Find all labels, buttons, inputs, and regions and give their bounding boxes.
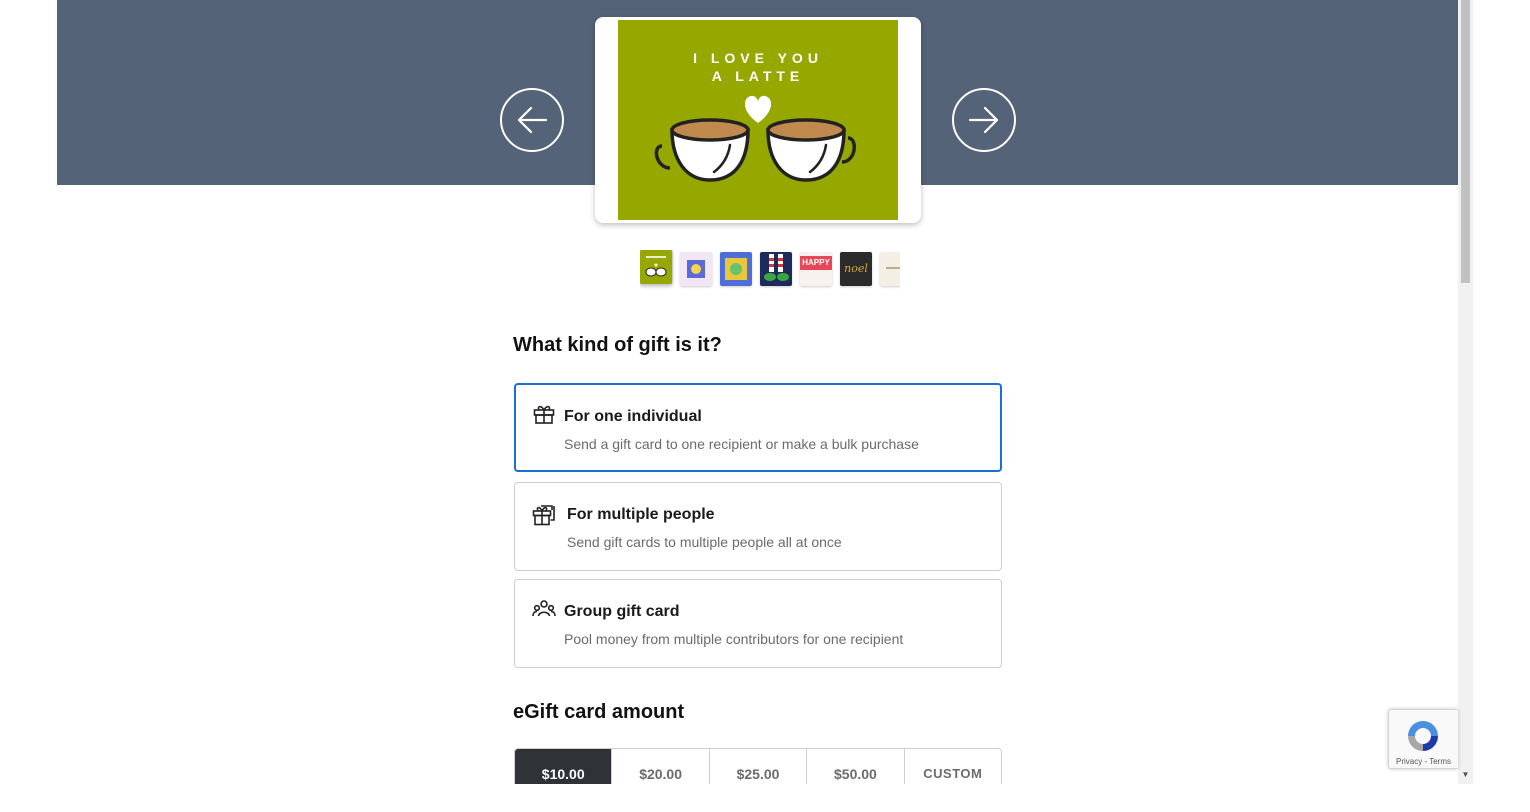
- card-design-thumbnails: HAPPY noel: [640, 250, 900, 290]
- card-design-image: I LOVE YOU A LATTE: [618, 20, 898, 220]
- group-icon: [532, 600, 556, 617]
- amount-option-10[interactable]: $10.00: [515, 749, 613, 784]
- amount-heading: eGift card amount: [513, 701, 685, 723]
- amount-option-custom[interactable]: CUSTOM: [904, 749, 1001, 784]
- thumbnail-blue-sticker[interactable]: [720, 252, 752, 286]
- card-preview: I LOVE YOU A LATTE: [595, 17, 921, 223]
- option-description: Send gift cards to multiple people all a…: [567, 534, 842, 550]
- recaptcha-badge[interactable]: Privacy - Terms: [1388, 709, 1458, 769]
- arrow-right-icon: [968, 106, 999, 134]
- prev-card-button[interactable]: [500, 88, 564, 152]
- gift-icon: [533, 405, 555, 424]
- option-description: Send a gift card to one recipient or mak…: [564, 436, 919, 452]
- option-description: Pool money from multiple contributors fo…: [564, 631, 904, 647]
- page-scrollbar[interactable]: ▼: [1458, 0, 1473, 784]
- option-title: For multiple people: [567, 506, 715, 523]
- thumbnail-latte-love[interactable]: [640, 250, 672, 284]
- option-group-gift-card[interactable]: Group gift card Pool money from multiple…: [514, 579, 1002, 668]
- gift-stack-icon: [532, 505, 555, 526]
- arrow-left-icon: [517, 106, 548, 134]
- recaptcha-privacy-terms[interactable]: Privacy - Terms: [1389, 757, 1458, 766]
- amount-option-20[interactable]: $20.00: [612, 749, 710, 784]
- option-multiple-people[interactable]: For multiple people Send gift cards to m…: [514, 482, 1002, 571]
- recaptcha-icon: [1408, 721, 1438, 751]
- thumbnail-elf-stockings[interactable]: [760, 252, 792, 286]
- thumbnail-noel-gold[interactable]: noel: [840, 252, 872, 286]
- scroll-down-arrow-icon[interactable]: ▼: [1458, 768, 1473, 782]
- thumbnail-cream-card[interactable]: [880, 252, 900, 286]
- thumbnail-pink-sticker[interactable]: [680, 252, 712, 286]
- coffee-cups-illustration: [654, 95, 856, 182]
- scrollbar-thumb[interactable]: [1461, 0, 1470, 283]
- thumbnail-happy-holidays[interactable]: HAPPY: [800, 252, 832, 286]
- gift-kind-heading: What kind of gift is it?: [513, 334, 722, 356]
- page-viewport: I LOVE YOU A LATTE HAPPY noel What kind …: [57, 0, 1458, 784]
- amount-selector: $10.00 $20.00 $25.00 $50.00 CUSTOM: [514, 748, 1002, 784]
- option-one-individual[interactable]: For one individual Send a gift card to o…: [514, 383, 1002, 472]
- option-title: For one individual: [564, 408, 702, 425]
- next-card-button[interactable]: [952, 88, 1016, 152]
- option-title: Group gift card: [564, 603, 680, 620]
- amount-option-50[interactable]: $50.00: [807, 749, 905, 784]
- amount-option-25[interactable]: $25.00: [709, 749, 808, 784]
